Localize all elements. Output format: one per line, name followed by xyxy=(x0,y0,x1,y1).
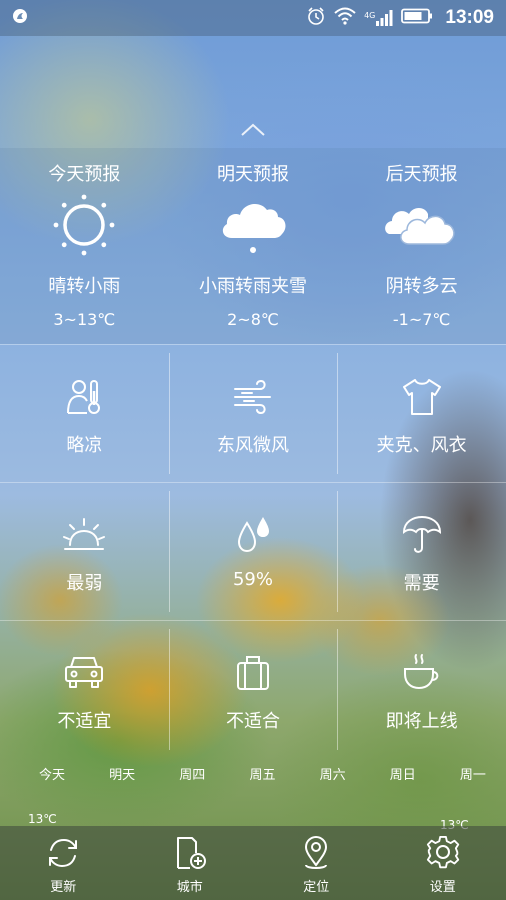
index-label: 略凉 xyxy=(66,435,103,456)
day-label: 周一 xyxy=(459,768,486,783)
index-umbrella[interactable]: 需要 xyxy=(337,483,506,620)
three-day-forecast: 今天预报 晴转小雨 3~13℃ 明天预报 小雨转雨夹雪 2~8℃ 后天预报 阴转… xyxy=(0,148,506,344)
index-wind[interactable]: 东风微风 xyxy=(168,345,338,482)
index-row: 最弱 59% 需要 xyxy=(0,482,506,620)
settings-gear-icon xyxy=(423,834,463,872)
sun-icon xyxy=(49,194,119,256)
forecast-temp: 2~8℃ xyxy=(227,310,279,329)
weekly-days-row: 今天 明天 周四 周五 周六 周日 周一 xyxy=(0,764,506,783)
forecast-title: 后天预报 xyxy=(385,164,458,185)
day-label: 今天 xyxy=(38,768,65,783)
day-label: 周日 xyxy=(389,768,416,783)
umbrella-icon xyxy=(400,513,444,557)
forecast-condition: 小雨转雨夹雪 xyxy=(198,276,307,297)
index-coming-soon[interactable]: 即将上线 xyxy=(337,621,506,758)
network-type-label: 4G xyxy=(364,11,376,20)
index-clothing[interactable]: 夹克、风衣 xyxy=(337,345,506,482)
signal-icon: 4G xyxy=(364,10,393,26)
day-label: 周四 xyxy=(179,768,206,783)
index-label: 不适合 xyxy=(225,711,280,732)
bottom-navigation: 更新 城市 定位 设置 xyxy=(0,826,506,900)
forecast-title: 明天预报 xyxy=(216,164,289,185)
nav-label: 定位 xyxy=(303,880,330,895)
nav-label: 设置 xyxy=(429,880,456,895)
forecast-tomorrow[interactable]: 明天预报 小雨转雨夹雪 2~8℃ xyxy=(169,148,338,344)
cloud-rain-icon xyxy=(218,194,288,256)
index-label: 即将上线 xyxy=(385,711,458,732)
day-label: 周五 xyxy=(249,768,276,783)
forecast-temp: 3~13℃ xyxy=(53,310,116,329)
index-label: 需要 xyxy=(403,573,440,594)
status-bar: 4G 13:09 xyxy=(0,0,506,36)
forecast-title: 今天预报 xyxy=(48,164,121,185)
refresh-icon xyxy=(43,834,83,872)
index-row: 略凉 东风微风 夹克、风衣 xyxy=(0,344,506,482)
trend-temp-label: 13℃ xyxy=(28,812,57,826)
luggage-icon xyxy=(231,651,275,695)
wind-icon xyxy=(231,375,275,419)
forecast-condition: 晴转小雨 xyxy=(48,276,121,297)
clock-time: 13:09 xyxy=(445,7,494,28)
forecast-today[interactable]: 今天预报 晴转小雨 3~13℃ xyxy=(0,148,169,344)
day-label: 周六 xyxy=(319,768,346,783)
index-label: 东风微风 xyxy=(216,435,289,456)
index-uv[interactable]: 最弱 xyxy=(0,483,169,620)
refresh-button[interactable]: 更新 xyxy=(0,826,127,900)
life-index-grid: 略凉 东风微风 夹克、风衣 最弱 59% 需要 不适宜 不适合 即将上线 xyxy=(0,344,506,758)
forecast-temp: -1~7℃ xyxy=(392,310,451,329)
index-label: 最弱 xyxy=(66,573,103,594)
battery-icon xyxy=(401,8,433,28)
index-label: 不适宜 xyxy=(57,711,112,732)
add-city-icon xyxy=(170,834,210,872)
index-car-wash[interactable]: 不适宜 xyxy=(0,621,169,758)
index-row: 不适宜 不适合 即将上线 xyxy=(0,620,506,758)
coffee-icon xyxy=(400,651,444,695)
chevron-up-icon[interactable] xyxy=(240,122,266,138)
index-label: 59% xyxy=(232,569,273,590)
forecast-day-after[interactable]: 后天预报 阴转多云 -1~7℃ xyxy=(337,148,506,344)
shirt-icon xyxy=(400,375,444,419)
location-pin-icon xyxy=(296,834,336,872)
index-feel[interactable]: 略凉 xyxy=(0,345,169,482)
cloudy-icon xyxy=(384,194,457,256)
city-button[interactable]: 城市 xyxy=(127,826,254,900)
settings-button[interactable]: 设置 xyxy=(380,826,506,900)
nav-label: 城市 xyxy=(176,880,203,895)
index-humidity[interactable]: 59% xyxy=(168,483,338,620)
alarm-icon xyxy=(306,6,326,30)
app-notification-icon xyxy=(12,8,28,28)
day-label: 明天 xyxy=(109,768,136,783)
humidity-icon xyxy=(231,513,275,557)
nav-label: 更新 xyxy=(50,880,77,895)
car-wash-icon xyxy=(62,651,106,695)
locate-button[interactable]: 定位 xyxy=(253,826,380,900)
forecast-condition: 阴转多云 xyxy=(385,276,458,297)
wifi-icon xyxy=(334,7,356,29)
body-temperature-icon xyxy=(62,375,106,419)
index-label: 夹克、风衣 xyxy=(376,435,467,456)
index-travel[interactable]: 不适合 xyxy=(168,621,338,758)
sunrise-uv-icon xyxy=(62,513,106,557)
